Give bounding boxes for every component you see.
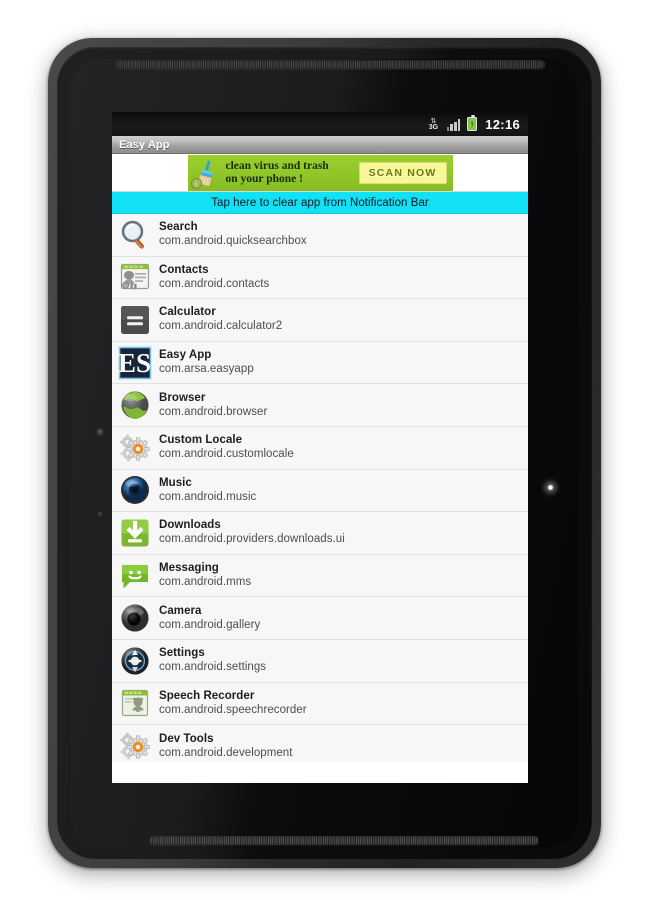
app-meta: Downloads com.android.providers.downloads… xyxy=(159,518,345,547)
app-meta: Search com.android.quicksearchbox xyxy=(159,220,307,249)
app-list-row[interactable]: Music com.android.music xyxy=(112,469,528,513)
settings-dial-icon xyxy=(118,644,152,678)
battery-icon-wrap xyxy=(467,114,478,131)
speech-recorder-icon xyxy=(118,686,152,720)
ad-headline-line1: clean virus and trash xyxy=(225,160,329,172)
battery-charging-icon xyxy=(467,114,478,131)
app-name-label: Calculator xyxy=(159,306,216,319)
app-name-label: Contacts xyxy=(159,263,209,276)
ad-info-badge[interactable]: i xyxy=(190,177,202,189)
browser-globe-icon xyxy=(118,388,152,422)
light-sensor-icon xyxy=(98,512,103,517)
notification-led-icon xyxy=(547,484,554,491)
app-name-label: Search xyxy=(159,221,198,234)
status-bar-clock: 12:16 xyxy=(485,116,520,132)
messaging-bubble-icon xyxy=(118,559,152,593)
app-name-label: Speech Recorder xyxy=(159,689,255,702)
easy-app-es-icon: ES xyxy=(118,346,152,380)
app-meta: Calculator com.android.calculator2 xyxy=(159,305,282,334)
app-package-label: com.android.music xyxy=(159,490,257,503)
app-list-row[interactable]: Camera com.android.gallery xyxy=(112,597,528,640)
data-type-label: 3G xyxy=(428,123,439,131)
app-list-row[interactable]: Messaging com.android.mms xyxy=(112,554,528,598)
app-list-row[interactable]: Browser com.android.browser xyxy=(112,384,528,427)
ad-banner-container: i clean virus and trash on your phone ! … xyxy=(112,154,528,192)
app-package-label: com.android.gallery xyxy=(159,618,261,631)
signal-icon-wrap xyxy=(446,118,461,131)
app-list-row[interactable]: Contacts com.android.contacts xyxy=(112,256,528,300)
app-title-label: Easy App xyxy=(119,138,170,151)
ad-headline-line2: on your phone ! xyxy=(225,172,303,185)
app-list-row[interactable]: Settings com.android.settings xyxy=(112,639,528,683)
3g-data-icon: ⇅ 3G xyxy=(427,117,440,132)
app-list-row[interactable]: ES Easy App com.arsa.easyapp xyxy=(112,341,528,385)
app-name-label: Custom Locale xyxy=(159,434,243,447)
app-name-label: Downloads xyxy=(159,519,221,532)
app-list-row[interactable]: Search com.android.quicksearchbox xyxy=(112,214,528,257)
data-icon-wrap: ⇅ 3G xyxy=(427,117,440,132)
app-list-row[interactable]: Dev Tools com.android.development xyxy=(112,725,528,762)
app-package-label: com.arsa.easyapp xyxy=(159,363,254,376)
app-meta: Contacts com.android.contacts xyxy=(159,263,269,292)
clear-notification-bar[interactable]: Tap here to clear app from Notification … xyxy=(112,192,528,214)
app-meta: Dev Tools com.android.development xyxy=(159,732,292,761)
top-speaker-grille xyxy=(115,60,545,69)
app-list-row[interactable]: Speech Recorder com.android.speechrecorde… xyxy=(112,682,528,726)
broom-icon: i xyxy=(190,156,224,190)
app-meta: Settings com.android.settings xyxy=(159,646,266,675)
music-speaker-icon xyxy=(118,473,152,507)
app-name-label: Browser xyxy=(159,391,206,404)
app-package-label: com.android.calculator2 xyxy=(159,320,283,333)
downloads-arrow-icon xyxy=(118,516,152,550)
app-name-label: Easy App xyxy=(159,349,212,362)
calculator-equals-icon xyxy=(118,303,152,337)
app-meta: Speech Recorder com.android.speechrecorde… xyxy=(159,689,307,718)
app-name-label: Music xyxy=(159,476,192,489)
app-package-label: com.android.providers.downloads.ui xyxy=(159,533,345,546)
app-meta: Camera com.android.gallery xyxy=(159,604,260,633)
app-package-label: com.android.browser xyxy=(159,405,268,418)
app-package-label: com.android.speechrecorder xyxy=(159,703,307,716)
app-meta: Messaging com.android.mms xyxy=(159,561,251,590)
custom-locale-gear-icon xyxy=(118,431,152,465)
app-package-label: com.android.mms xyxy=(159,576,252,589)
svg-text:ES: ES xyxy=(118,348,151,378)
app-package-label: com.android.settings xyxy=(159,661,267,674)
app-package-label: com.android.customlocale xyxy=(159,448,294,461)
clear-notification-label: Tap here to clear app from Notification … xyxy=(211,196,429,209)
app-meta: Easy App com.arsa.easyapp xyxy=(159,348,254,377)
app-package-label: com.android.contacts xyxy=(159,277,270,290)
tablet-screen: ⇅ 3G 12:16 Easy App i clean virus and tr… xyxy=(112,112,528,783)
bottom-speaker-grille xyxy=(149,836,539,845)
app-list-row[interactable]: Calculator com.android.calculator2 xyxy=(112,299,528,342)
installed-app-list[interactable]: Search com.android.quicksearchbox Contact… xyxy=(112,214,528,762)
app-name-label: Camera xyxy=(159,604,202,617)
camera-lens-icon xyxy=(118,601,152,635)
front-camera-icon xyxy=(97,429,104,436)
app-list-row[interactable]: Downloads com.android.providers.downloads… xyxy=(112,512,528,555)
search-magnifier-icon xyxy=(118,218,152,252)
app-meta: Custom Locale com.android.customlocale xyxy=(159,433,294,462)
app-meta: Music com.android.music xyxy=(159,476,256,505)
android-status-bar: ⇅ 3G 12:16 xyxy=(112,112,528,136)
app-title-bar: Easy App xyxy=(112,136,528,154)
app-name-label: Settings xyxy=(159,647,205,660)
scan-now-button[interactable]: SCAN NOW xyxy=(358,161,447,184)
app-meta: Browser com.android.browser xyxy=(159,391,267,420)
signal-bars-icon xyxy=(446,118,461,131)
ad-text-block: clean virus and trash on your phone ! xyxy=(224,160,359,185)
app-package-label: com.android.quicksearchbox xyxy=(159,235,307,248)
app-name-label: Dev Tools xyxy=(159,732,214,745)
app-name-label: Messaging xyxy=(159,562,219,575)
ad-creative[interactable]: i clean virus and trash on your phone ! … xyxy=(187,154,453,191)
dev-tools-gear-icon xyxy=(118,729,152,762)
app-list-row[interactable]: Custom Locale com.android.customlocale xyxy=(112,426,528,470)
app-package-label: com.android.development xyxy=(159,746,293,759)
contacts-card-icon xyxy=(118,260,152,294)
